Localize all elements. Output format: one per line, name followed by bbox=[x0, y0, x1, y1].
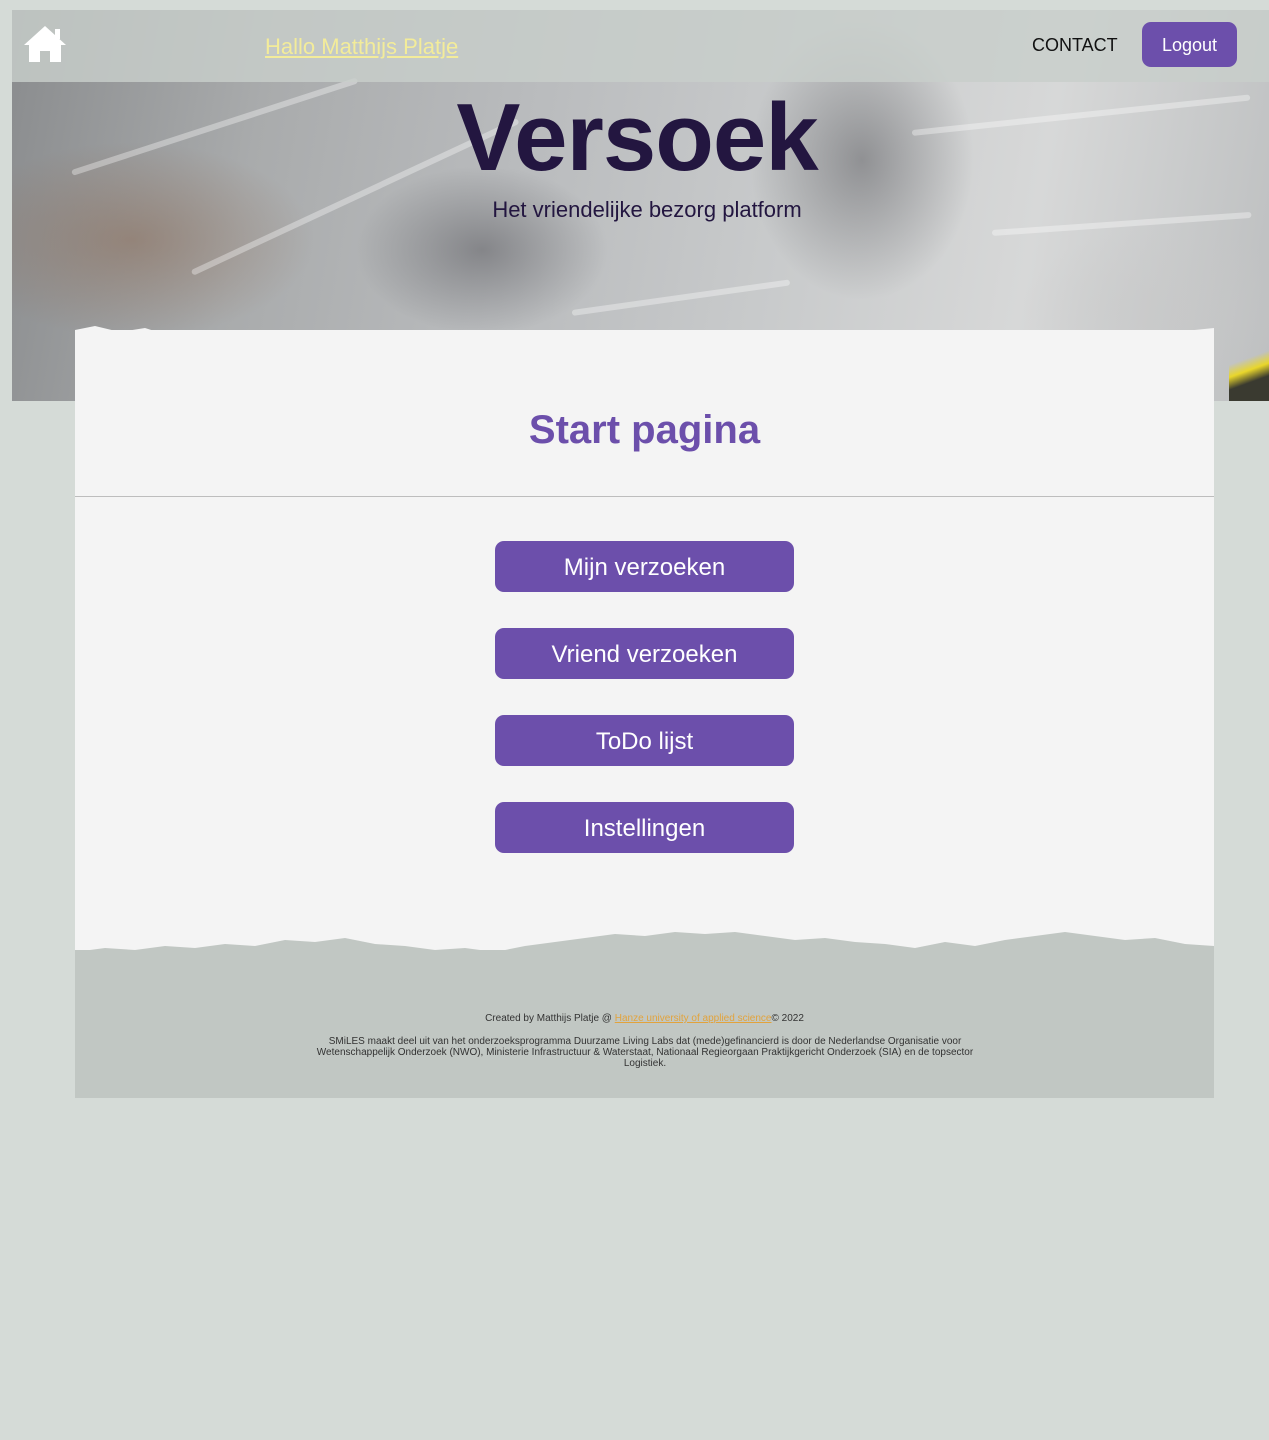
divider bbox=[75, 496, 1214, 497]
university-link[interactable]: Hanze university of applied science bbox=[615, 1013, 772, 1024]
footer-credit-suffix: © 2022 bbox=[771, 1013, 804, 1024]
page: Hallo Matthijs Platje CONTACT Logout Ver… bbox=[5, 0, 1269, 1440]
footer: Created by Matthijs Platje @ Hanze unive… bbox=[75, 950, 1214, 1098]
hero-bike-detail bbox=[1229, 331, 1269, 401]
my-requests-button[interactable]: Mijn verzoeken bbox=[495, 541, 794, 592]
brand-title: Versoek bbox=[456, 84, 818, 191]
footer-note: SMiLES maakt deel uit van het onderzoeks… bbox=[316, 1036, 974, 1069]
hero-streak bbox=[571, 279, 791, 316]
contact-link[interactable]: CONTACT bbox=[1032, 35, 1118, 56]
page-title: Start pagina bbox=[528, 408, 761, 452]
main-card: Start pagina Mijn verzoeken Vriend verzo… bbox=[75, 330, 1214, 1098]
top-navigation-bar: Hallo Matthijs Platje CONTACT Logout bbox=[12, 10, 1269, 82]
greeting-link[interactable]: Hallo Matthijs Platje bbox=[265, 34, 458, 60]
friend-requests-button[interactable]: Vriend verzoeken bbox=[495, 628, 794, 679]
home-icon[interactable] bbox=[22, 24, 68, 64]
settings-button[interactable]: Instellingen bbox=[495, 802, 794, 853]
brand-subtitle: Het vriendelijke bezorg platform bbox=[492, 197, 802, 222]
footer-credit-prefix: Created by Matthijs Platje @ bbox=[485, 1013, 615, 1024]
todo-list-button[interactable]: ToDo lijst bbox=[495, 715, 794, 766]
logout-button[interactable]: Logout bbox=[1142, 22, 1237, 67]
footer-credit: Created by Matthijs Platje @ Hanze unive… bbox=[75, 1013, 1214, 1024]
